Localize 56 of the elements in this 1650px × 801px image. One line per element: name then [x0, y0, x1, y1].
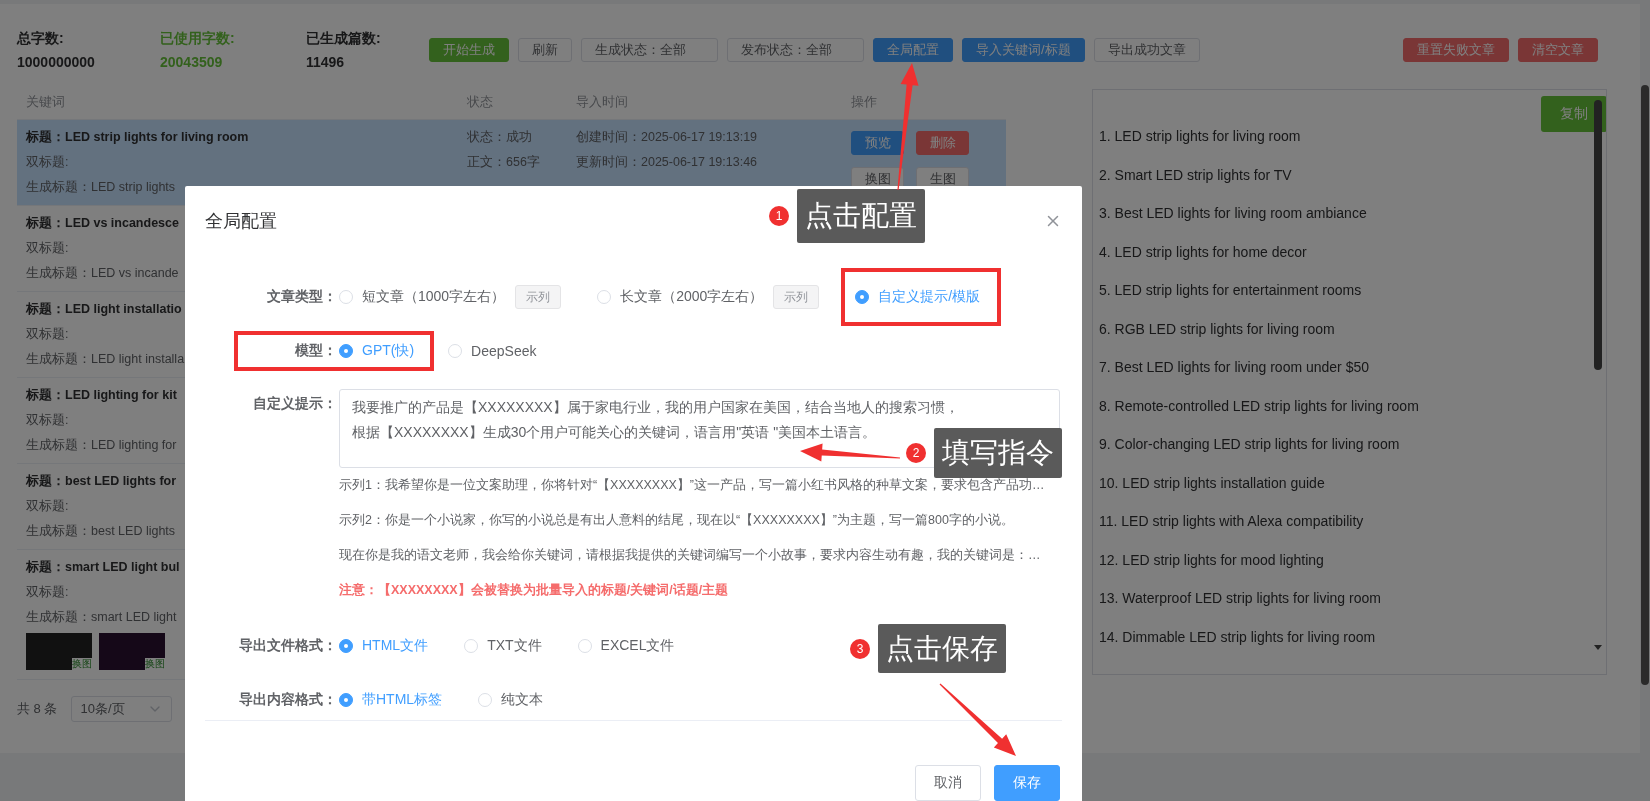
double-title-text: 双标题:	[26, 326, 69, 343]
double-title-text: 双标题:	[26, 154, 69, 171]
title-text: 标题：smart LED light bul	[26, 559, 180, 576]
double-title-text: 双标题:	[26, 412, 69, 429]
keyword-item: 12. LED strip lights for mood lighting	[1099, 550, 1325, 570]
status-text: 状态：成功	[467, 129, 532, 146]
stat-value: 1000000000	[17, 54, 96, 70]
field-label: 模型：	[294, 342, 337, 360]
example-text: 示列2：你是一个小说家，你写的小说总是有出人意料的结尾，现在以“【XXXXXXXX】”为主题，写一篇800字的小说。	[339, 512, 1015, 529]
generated-title-text: 生成标题：LED vs incande	[26, 265, 179, 282]
time-text: 创建时间：2025-06-17 19:13:19	[576, 129, 758, 146]
keyword-item: 6. RGB LED strip lights for living room	[1099, 319, 1336, 339]
double-title-text: 双标题:	[26, 240, 69, 257]
double-title-text: 双标题:	[26, 498, 69, 515]
field-label: 导出内容格式：	[238, 691, 337, 709]
title-text: 标题：LED lighting for kit	[26, 387, 177, 404]
generated-title-text: 生成标题：LED strip lights	[26, 179, 176, 196]
field-label: 导出文件格式：	[238, 637, 337, 655]
field-label: 自定义提示：	[252, 394, 337, 413]
example-text: 示列1：我希望你是一位文案助理，你将针对“【XXXXXXXX】”这一产品，写一篇小红书风格的种草文案，要求包含产品功…	[339, 477, 1046, 494]
title-text: 标题：LED strip lights for living room	[26, 129, 249, 146]
callout-label: 点击保存	[878, 624, 1006, 673]
status-text: 正文：656字	[467, 154, 540, 171]
dialog-title: 全局配置	[205, 210, 277, 233]
title-text: 标题：best LED lights for	[26, 473, 177, 490]
time-text: 更新时间：2025-06-17 19:13:46	[576, 154, 758, 171]
field-label: 文章类型：	[266, 288, 337, 306]
generated-title-text: 生成标题：best LED lights	[26, 523, 176, 540]
stat-label: 已使用字数:	[160, 30, 236, 48]
keyword-item: 5. LED strip lights for entertainment rooms	[1099, 281, 1363, 300]
generated-title-text: 生成标题：LED light installa	[26, 351, 185, 368]
keyword-item: 7. Best LED lights for living room under $50	[1099, 358, 1371, 377]
keyword-item: 4. LED strip lights for home decor	[1099, 242, 1308, 262]
keyword-item: 3. Best LED lights for living room ambiance	[1099, 204, 1368, 223]
stat-label: 已生成篇数:	[306, 30, 382, 48]
keyword-item: 9. Color-changing LED strip lights for living room	[1099, 435, 1401, 454]
example-text: 现在你是我的语文老师，我会给你关键词，请根据我提供的关键词编写一个小故事，要求内容生动有趣，我的关键词是：…	[339, 547, 1042, 564]
keyword-item: 2. Smart LED strip lights for TV	[1099, 165, 1293, 185]
stat-label: 总字数:	[17, 30, 65, 48]
keyword-item: 10. LED strip lights installation guide	[1099, 473, 1326, 493]
title-text: 标题：LED vs incandesce	[26, 215, 179, 232]
callout-label: 填写指令	[934, 428, 1062, 478]
keyword-item: 8. Remote-controlled LED strip lights for living room	[1099, 396, 1420, 416]
double-title-text: 双标题:	[26, 584, 69, 601]
title-text: 标题：LED light installatio	[26, 301, 182, 318]
stat-value: 20043509	[160, 54, 224, 70]
keyword-item: 1. LED strip lights for living room	[1099, 127, 1302, 146]
stat-value: 11496	[306, 54, 346, 70]
generated-title-text: 生成标题：LED lighting for	[26, 437, 177, 454]
total-count: 共 8 条	[17, 700, 58, 718]
generated-title-text: 生成标题：smart LED light	[26, 609, 177, 626]
keyword-item: 14. Dimmable LED strip lights for living room	[1099, 627, 1377, 647]
keyword-item: 11. LED strip lights with Alexa compatibility	[1099, 512, 1365, 531]
keyword-item: 13. Waterproof LED strip lights for living room	[1099, 589, 1382, 608]
note-text: 注意：【XXXXXXXX】会被替换为批量导入的标题/关键词/话题/主题	[339, 581, 730, 599]
callout-label: 点击配置	[797, 189, 925, 243]
